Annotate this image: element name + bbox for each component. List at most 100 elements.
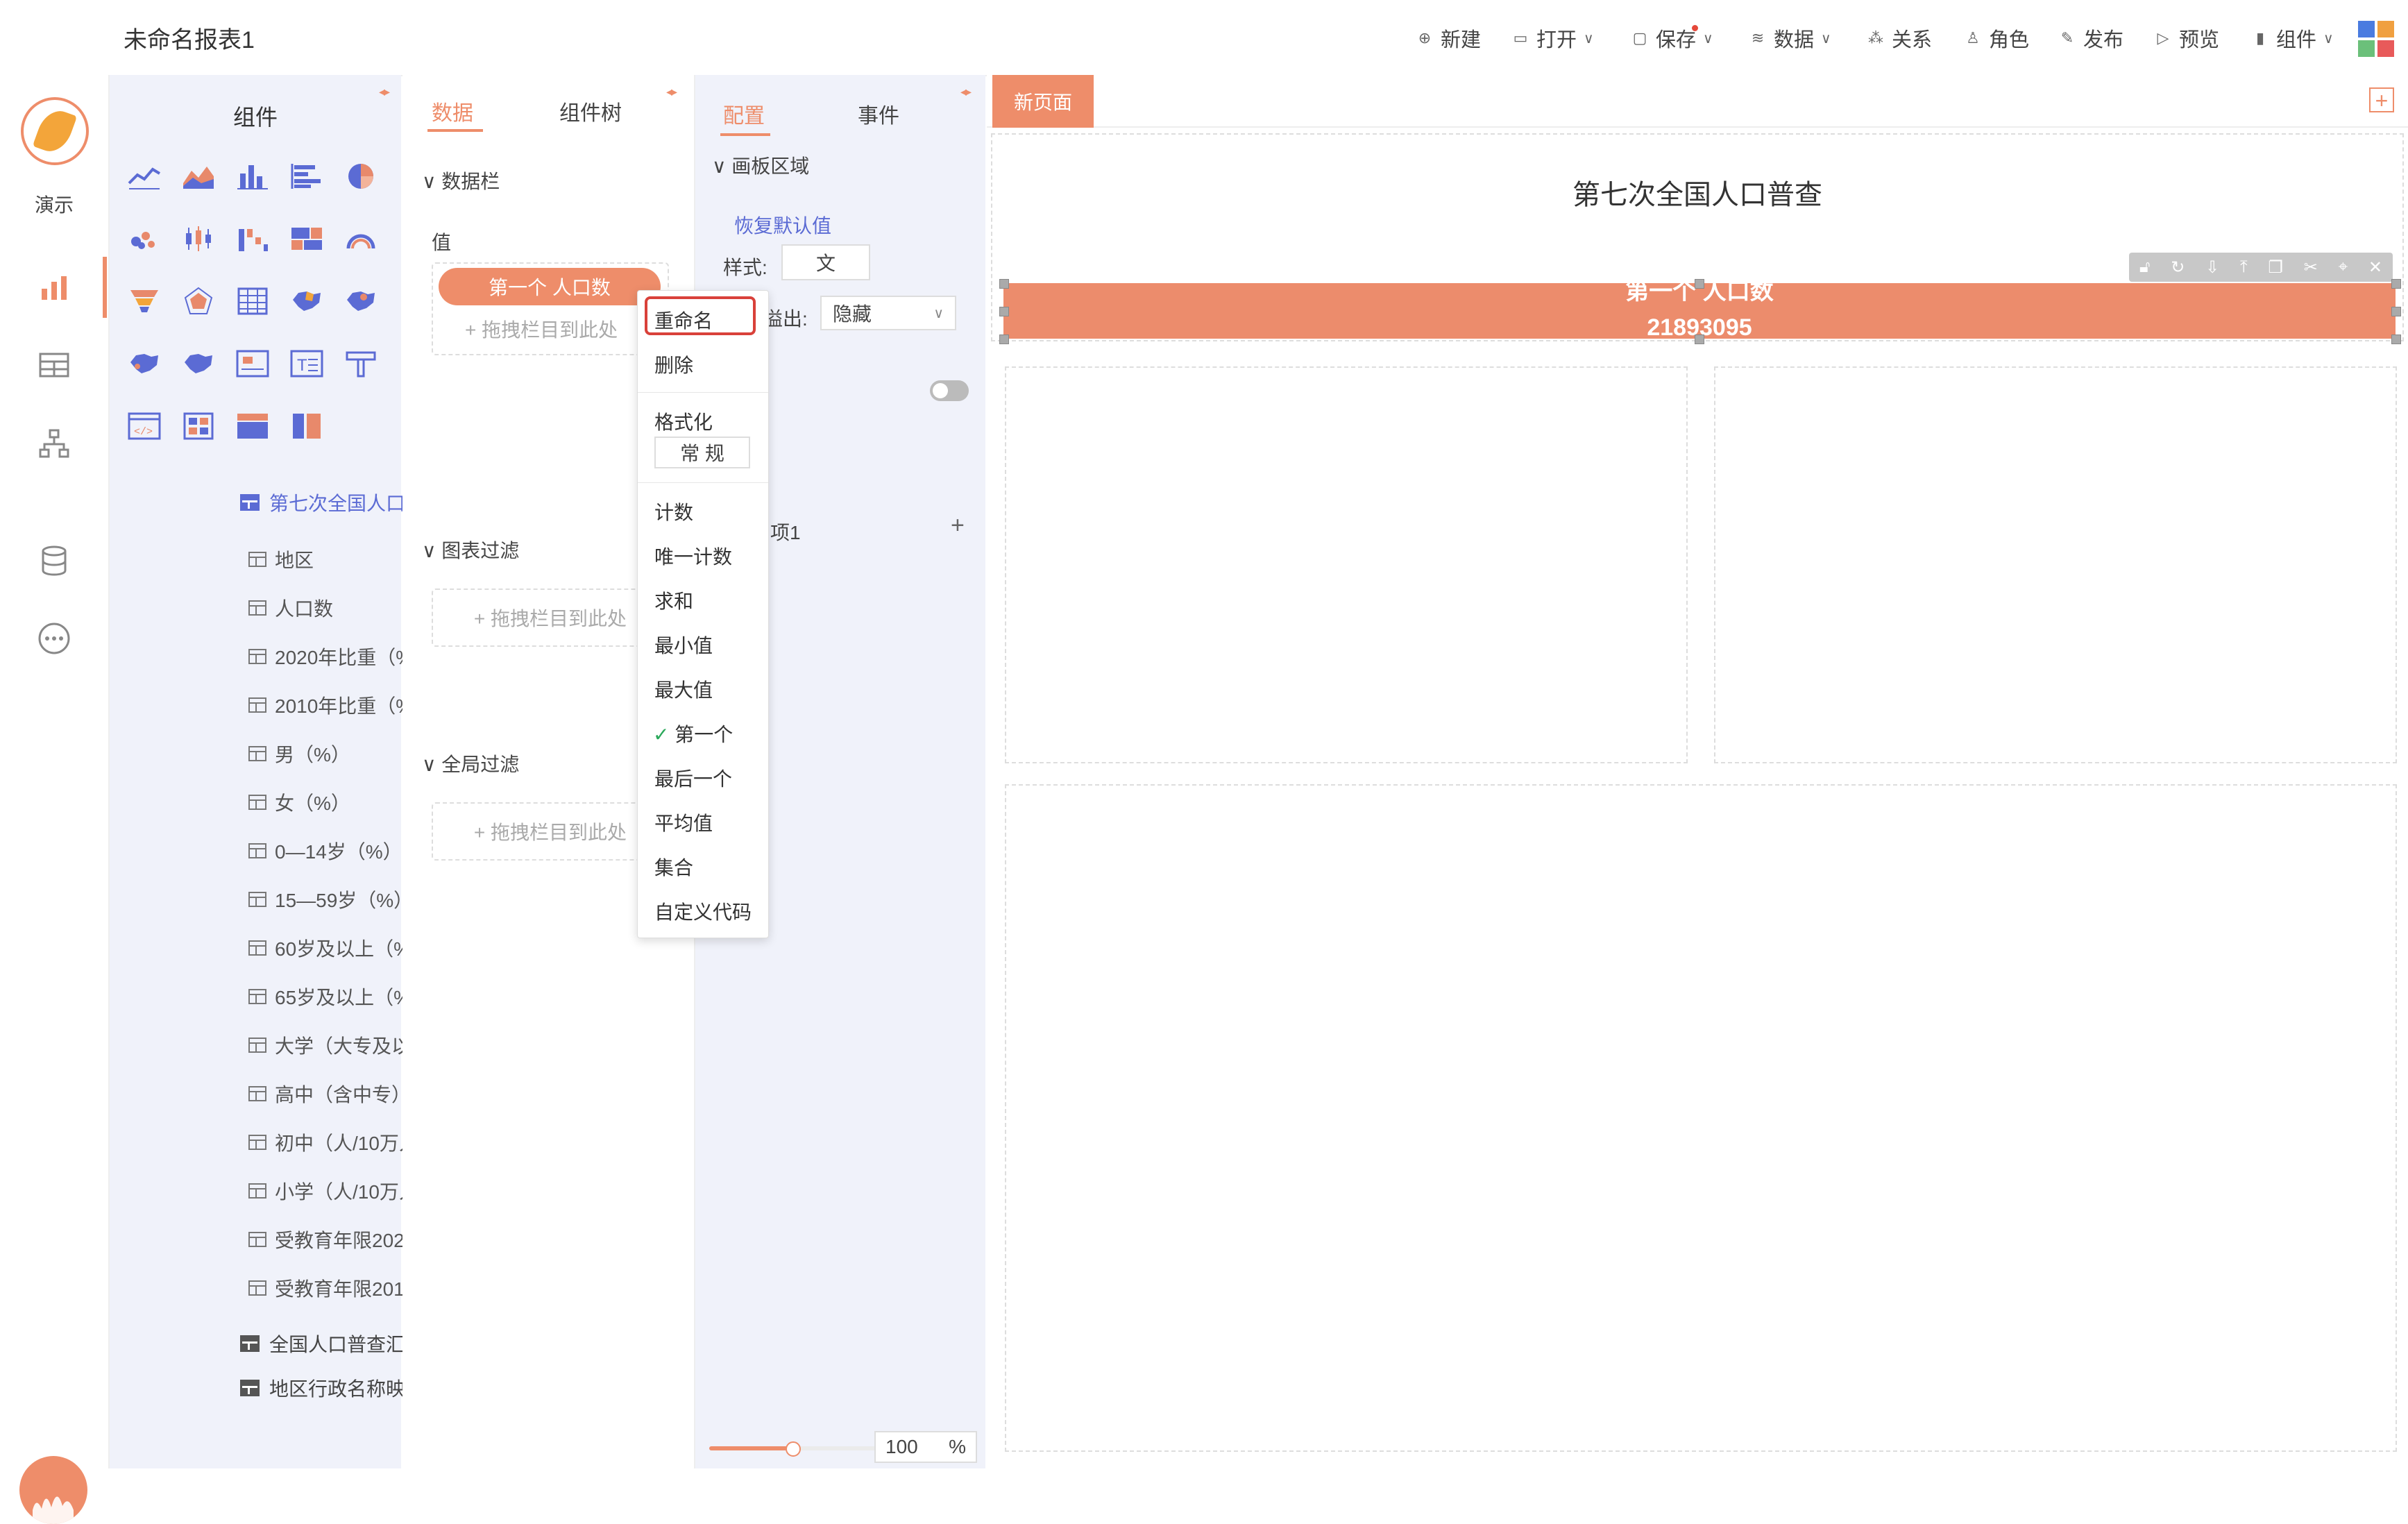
menu-item-last[interactable]: 最后一个 — [654, 764, 732, 792]
menu-item-format[interactable]: 格式化 — [654, 407, 713, 435]
kpi-card[interactable]: 第一个 人口数 21893095 — [1003, 283, 2396, 339]
table-grid-icon[interactable] — [233, 282, 272, 321]
empty-widget-slot[interactable] — [1005, 784, 2397, 1452]
cut-icon[interactable]: ✂ — [2304, 257, 2318, 278]
menu-item-avg[interactable]: 平均值 — [654, 808, 713, 836]
text-icon[interactable]: T — [287, 344, 326, 383]
open-button[interactable]: ▭ 打开 ∨ — [1511, 24, 1594, 53]
collapse-arrows-icon[interactable]: ◂▸ — [666, 85, 677, 99]
area-chart-icon[interactable] — [179, 157, 218, 196]
section-canvas-area[interactable]: ∨ 画板区域 — [712, 151, 809, 179]
menu-item-sum[interactable]: 求和 — [654, 586, 693, 614]
filter-widget-icon[interactable] — [341, 344, 380, 383]
report-title-header[interactable]: 未命名报表1 — [124, 21, 255, 55]
line-chart-icon[interactable] — [125, 157, 164, 196]
dataset-item[interactable]: 地区行政名称映射 — [240, 1374, 425, 1402]
close-icon[interactable]: ✕ — [2368, 257, 2382, 278]
map-bubble-icon[interactable] — [341, 282, 380, 321]
report-title[interactable]: 第七次全国人口普查 — [987, 172, 2408, 212]
menu-item-min[interactable]: 最小值 — [654, 631, 713, 659]
resize-handle[interactable] — [1695, 335, 1704, 344]
overflow-select[interactable]: 隐藏 ∨ — [820, 296, 956, 330]
tab-event[interactable]: 事件 — [858, 99, 899, 129]
more-icon[interactable] — [35, 619, 74, 658]
refresh-icon[interactable]: ↻ — [2171, 257, 2185, 278]
waterfall-icon[interactable] — [233, 219, 272, 258]
toggle-switch[interactable] — [930, 380, 969, 401]
pie-chart-icon[interactable] — [341, 157, 380, 196]
candlestick-icon[interactable] — [179, 219, 218, 258]
zoom-input[interactable]: 100 % — [874, 1431, 977, 1463]
menu-item-first[interactable]: ✓ 第一个 — [653, 720, 733, 747]
save-button[interactable]: ▢ 保存 ∨ — [1631, 24, 1713, 53]
publish-button[interactable]: ✎ 发布 — [2058, 24, 2123, 53]
menu-item-collect[interactable]: 集合 — [654, 853, 693, 881]
restore-default-link[interactable]: 恢复默认值 — [734, 211, 831, 239]
global-filter-dropzone[interactable]: + 拖拽栏目到此处 — [432, 802, 669, 861]
page-tab[interactable]: 新页面 — [992, 75, 1094, 128]
resize-handle[interactable] — [1695, 279, 1704, 289]
menu-item-custom-code[interactable]: 自定义代码 — [654, 897, 752, 925]
map-heat-icon[interactable] — [179, 344, 218, 383]
collapse-arrows-icon[interactable]: ◂▸ — [379, 85, 390, 99]
funnel-icon[interactable] — [125, 282, 164, 321]
html-widget-icon[interactable]: </> — [125, 407, 164, 446]
chart-filter-dropzone[interactable]: + 拖拽栏目到此处 — [432, 589, 669, 647]
section-global-filter[interactable]: ∨ 全局过滤 — [422, 750, 519, 777]
bring-to-front-icon[interactable]: ⤒ — [2240, 257, 2248, 277]
bar-chart-icon[interactable] — [233, 157, 272, 196]
value-field-pill[interactable]: 第一个 人口数 — [439, 268, 661, 305]
resize-handle[interactable] — [999, 335, 1009, 344]
preview-button[interactable]: ▷ 预览 — [2154, 24, 2219, 53]
role-button[interactable]: ♙ 角色 — [1964, 24, 2029, 53]
zoom-slider-handle[interactable] — [786, 1441, 801, 1457]
image-icon[interactable] — [233, 344, 272, 383]
lock-icon[interactable]: 🔓︎ — [2139, 257, 2151, 277]
radar-icon[interactable] — [179, 282, 218, 321]
treemap-icon[interactable] — [287, 219, 326, 258]
download-icon[interactable]: ⇩ — [2205, 257, 2219, 278]
resize-handle[interactable] — [2391, 307, 2401, 316]
hierarchy-icon[interactable] — [35, 425, 74, 464]
menu-item-rename[interactable]: 重命名 — [654, 306, 713, 334]
theme-switch-icon[interactable] — [2358, 21, 2394, 57]
collapse-arrows-icon[interactable]: ◂▸ — [960, 85, 972, 99]
map-icon[interactable] — [287, 282, 326, 321]
resize-handle[interactable] — [2391, 279, 2401, 289]
empty-widget-slot[interactable] — [1714, 366, 2397, 763]
tab-data[interactable]: 数据 — [432, 96, 473, 126]
data-menu-button[interactable]: ≋ 数据 ∨ — [1749, 24, 1831, 53]
section-chart-filter[interactable]: ∨ 图表过滤 — [422, 536, 519, 564]
tab-component-tree[interactable]: 组件树 — [559, 96, 622, 126]
resize-handle[interactable] — [2391, 335, 2401, 344]
menu-item-delete[interactable]: 删除 — [654, 350, 693, 378]
empty-widget-slot[interactable] — [1005, 366, 1688, 763]
tab-config[interactable]: 配置 — [723, 99, 765, 129]
layout-widget-icon[interactable] — [287, 407, 326, 446]
horizontal-bar-icon[interactable] — [287, 157, 326, 196]
copy-icon[interactable]: ❐ — [2268, 257, 2283, 278]
menu-item-distinct-count[interactable]: 唯一计数 — [654, 542, 732, 570]
add-icon[interactable]: + — [951, 512, 965, 539]
scatter-chart-icon[interactable] — [125, 219, 164, 258]
relation-button[interactable]: ⁂ 关系 — [1867, 24, 1932, 53]
section-databar[interactable]: ∨ 数据栏 — [422, 167, 500, 194]
database-icon[interactable] — [35, 541, 74, 580]
user-avatar[interactable] — [19, 1456, 87, 1524]
resize-handle[interactable] — [999, 307, 1009, 316]
gauge-icon[interactable] — [341, 219, 380, 258]
style-select[interactable]: 文 — [781, 244, 870, 280]
chart-icon[interactable] — [35, 268, 74, 307]
tabs-widget-icon[interactable] — [233, 407, 272, 446]
format-painter-icon[interactable]: ⌖ — [2339, 257, 2348, 277]
container-icon[interactable] — [179, 407, 218, 446]
menu-item-max[interactable]: 最大值 — [654, 675, 713, 703]
table-icon[interactable] — [35, 346, 74, 384]
resize-handle[interactable] — [999, 279, 1009, 289]
component-menu-button[interactable]: ▮ 组件 ∨ — [2251, 24, 2334, 53]
format-select[interactable]: 常 规 — [654, 437, 750, 468]
add-page-icon[interactable]: + — [2369, 87, 2394, 112]
menu-item-count[interactable]: 计数 — [654, 498, 693, 525]
new-button[interactable]: ⊕ 新建 — [1416, 24, 1481, 53]
map-region-icon[interactable] — [125, 344, 164, 383]
